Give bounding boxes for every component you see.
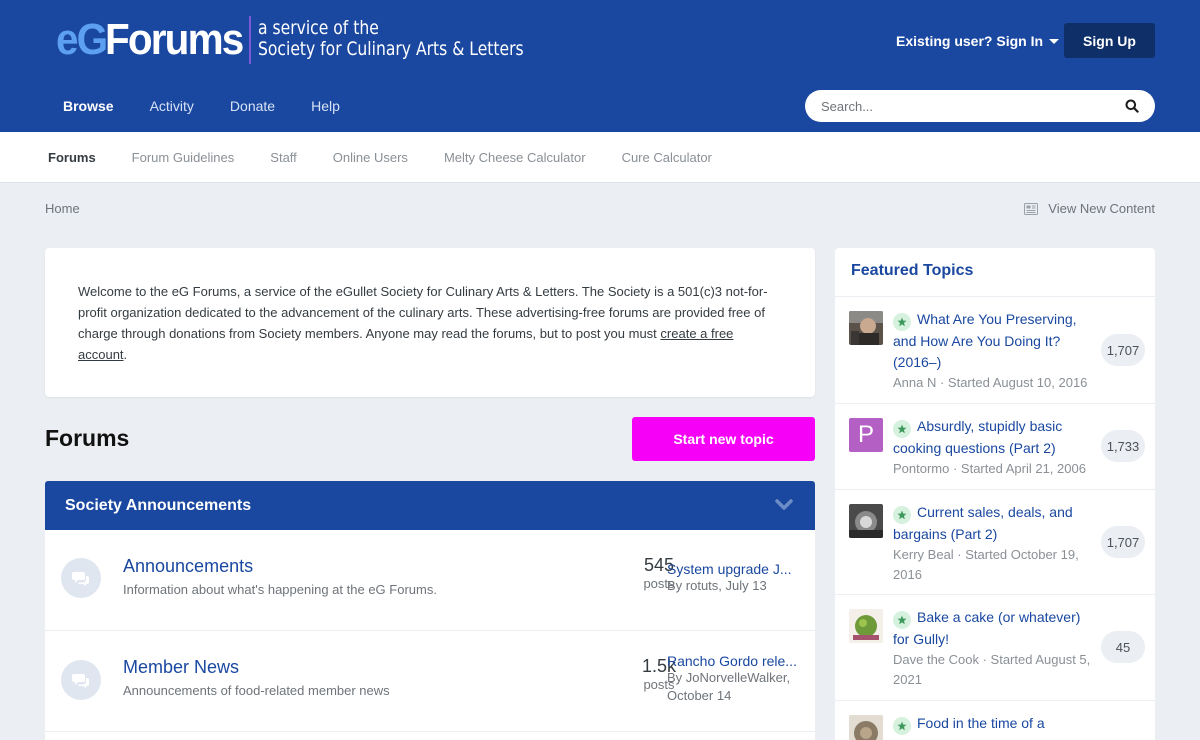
subnav-online-users[interactable]: Online Users [315, 150, 426, 165]
featured-topic-item: What Are You Preserving, and How Are You… [835, 297, 1155, 404]
site-logo[interactable]: eG Forums a service of the Society for C… [56, 14, 524, 66]
featured-topic-item: P Absurdly, stupidly basic cooking quest… [835, 404, 1155, 490]
featured-topic-link[interactable]: What Are You Preserving, and How Are You… [893, 309, 1093, 373]
logo-eg-text: eG [56, 15, 108, 64]
subnav-forum-guidelines[interactable]: Forum Guidelines [114, 150, 253, 165]
logo-tagline-line1: a service of the [258, 17, 379, 39]
sign-in-dropdown[interactable]: Existing user? Sign In [896, 33, 1060, 49]
logo-tagline: a service of the Society for Culinary Ar… [258, 18, 524, 60]
main-nav: Browse Activity Donate Help [45, 92, 358, 142]
logo-forums-text: Forums [104, 15, 244, 64]
view-new-content-label: View New Content [1048, 201, 1155, 216]
featured-topic-meta: Anna N · Started August 10, 2016 [893, 375, 1088, 390]
featured-star-icon [893, 420, 911, 438]
last-post: Rancho Gordo rele... By JoNorvelleWalker… [667, 653, 807, 705]
featured-topic-item: Food in the time of a [835, 701, 1155, 740]
forum-icon [61, 660, 101, 700]
forum-description: Information about what's happening at th… [123, 582, 437, 597]
featured-star-icon [893, 611, 911, 629]
subnav-cure-calculator[interactable]: Cure Calculator [604, 150, 730, 165]
featured-topic-link[interactable]: Food in the time of a [893, 713, 1093, 735]
welcome-box: Welcome to the eG Forums, a service of t… [45, 248, 815, 397]
breadcrumb: Home [45, 201, 80, 216]
forum-description: Announcements of food-related member new… [123, 683, 390, 698]
nav-donate[interactable]: Donate [212, 92, 293, 120]
chat-bubbles-icon [72, 571, 89, 586]
featured-topics-widget: Featured Topics What Are You Preserving,… [835, 248, 1155, 740]
sub-nav: Forums Forum Guidelines Staff Online Use… [0, 132, 1200, 183]
chevron-down-icon[interactable] [775, 499, 793, 511]
site-header: eG Forums a service of the Society for C… [0, 0, 1200, 142]
featured-topic-link[interactable]: Bake a cake (or whatever) for Gully! [893, 607, 1093, 650]
featured-topic-link[interactable]: Current sales, deals, and bargains (Part… [893, 502, 1093, 545]
search-input[interactable] [821, 98, 1111, 114]
avatar[interactable]: P [849, 418, 883, 452]
breadcrumb-home[interactable]: Home [45, 201, 80, 216]
start-new-topic-button[interactable]: Start new topic [632, 417, 815, 461]
forum-title-member-news[interactable]: Member News [123, 657, 239, 678]
forum-icon [61, 558, 101, 598]
newspaper-icon [1024, 202, 1039, 215]
welcome-tail: . [123, 347, 128, 362]
last-post-meta: By JoNorvelleWalker, October 14 [667, 670, 791, 703]
last-post: System upgrade J... By rotuts, July 13 [667, 561, 807, 595]
forum-list: Announcements Information about what's h… [45, 530, 815, 740]
last-post-title[interactable]: System upgrade J... [667, 561, 807, 577]
featured-topic-meta: Dave the Cook · Started August 5, 2021 [893, 652, 1091, 687]
subnav-melty-cheese-calculator[interactable]: Melty Cheese Calculator [426, 150, 604, 165]
last-post-meta: By rotuts, July 13 [667, 578, 767, 593]
reply-count-badge: 1,707 [1101, 526, 1145, 558]
featured-star-icon [893, 313, 911, 331]
featured-topic-title: Bake a cake (or whatever) for Gully! [893, 609, 1081, 647]
avatar[interactable] [849, 609, 883, 643]
search-icon[interactable] [1125, 99, 1139, 113]
forum-row: Announcements Information about what's h… [45, 530, 815, 631]
last-post-title[interactable]: Rancho Gordo rele... [667, 653, 807, 669]
category-header: Society Announcements [45, 481, 815, 530]
featured-topic-title: Current sales, deals, and bargains (Part… [893, 504, 1073, 542]
featured-topic-link[interactable]: Absurdly, stupidly basic cooking questio… [893, 416, 1093, 459]
featured-topic-meta: Kerry Beal · Started October 19, 2016 [893, 547, 1079, 582]
nav-activity[interactable]: Activity [132, 92, 212, 120]
view-new-content-link[interactable]: View New Content [1024, 201, 1155, 216]
logo-tagline-line2: Society for Culinary Arts & Letters [258, 38, 524, 60]
featured-topic-title: Food in the time of a [917, 715, 1045, 731]
featured-topics-title: Featured Topics [835, 248, 1155, 297]
featured-topic-title: What Are You Preserving, and How Are You… [893, 311, 1077, 370]
category-title[interactable]: Society Announcements [65, 497, 251, 515]
page-title: Forums [45, 425, 130, 451]
caret-down-icon [1049, 38, 1060, 44]
featured-star-icon [893, 506, 911, 524]
sign-in-label: Existing user? Sign In [896, 33, 1044, 49]
reply-count-badge: 1,733 [1101, 430, 1145, 462]
forum-title-announcements[interactable]: Announcements [123, 556, 253, 577]
sign-up-button[interactable]: Sign Up [1064, 23, 1155, 58]
logo-divider [249, 16, 251, 64]
subnav-forums[interactable]: Forums [30, 150, 114, 165]
featured-topic-item: Current sales, deals, and bargains (Part… [835, 490, 1155, 595]
nav-help[interactable]: Help [293, 92, 358, 120]
chat-bubbles-icon [72, 673, 89, 688]
nav-browse[interactable]: Browse [45, 92, 132, 142]
search-box [805, 90, 1155, 122]
forum-row: Member News Announcements of food-relate… [45, 631, 815, 732]
featured-topic-title: Absurdly, stupidly basic cooking questio… [893, 418, 1063, 456]
featured-topic-meta: Pontormo · Started April 21, 2006 [893, 461, 1086, 476]
reply-count-badge: 1,707 [1101, 334, 1145, 366]
avatar[interactable] [849, 715, 883, 740]
avatar[interactable] [849, 311, 883, 345]
subnav-staff[interactable]: Staff [252, 150, 315, 165]
avatar[interactable] [849, 504, 883, 538]
reply-count-badge: 45 [1101, 631, 1145, 663]
featured-topic-item: Bake a cake (or whatever) for Gully! Dav… [835, 595, 1155, 701]
featured-star-icon [893, 717, 911, 735]
